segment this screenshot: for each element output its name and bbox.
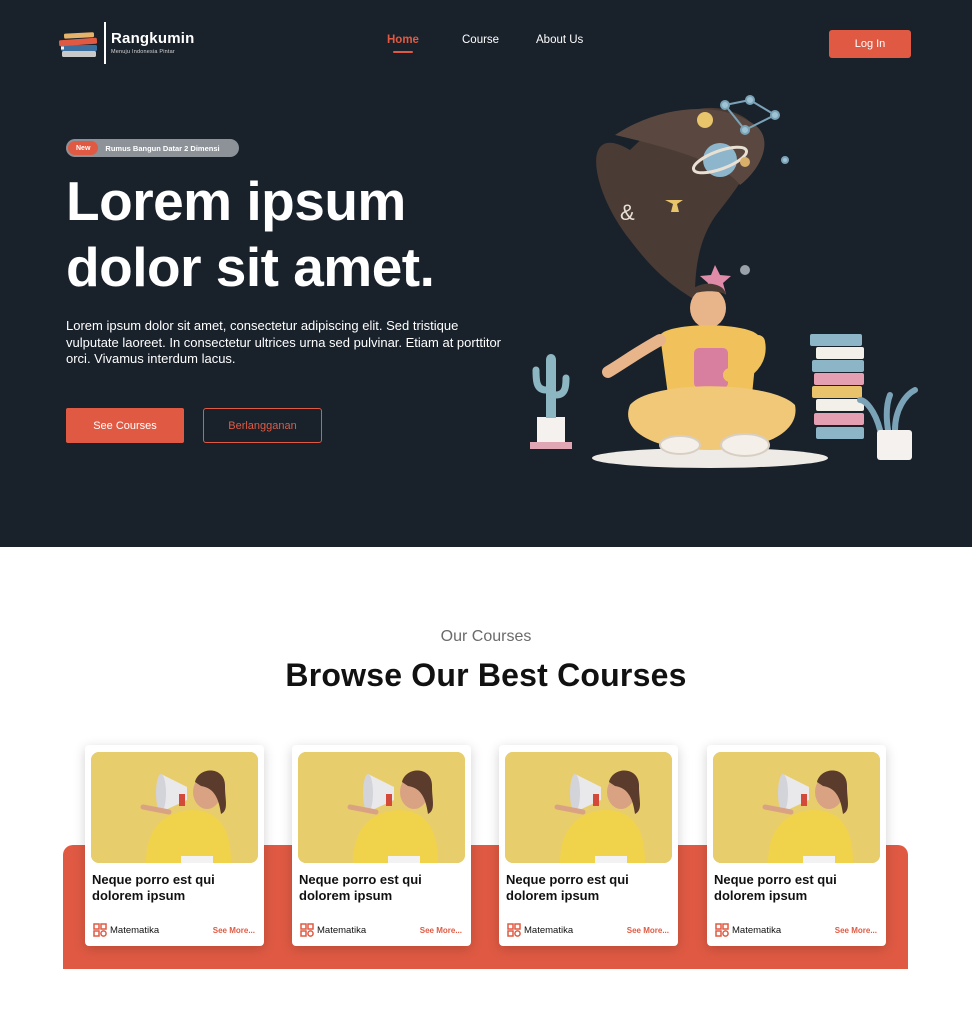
student-thinking-illustration: & <box>530 95 918 468</box>
nav-active-indicator <box>393 51 413 53</box>
announcement-text: Rumus Bangun Datar 2 Dimensi <box>105 143 220 153</box>
see-more-link[interactable]: See More... <box>420 926 462 935</box>
course-title: Neque porro est qui dolorem ipsum <box>92 872 215 903</box>
hero-title-line2: dolor sit amet. <box>66 236 435 298</box>
category-grid-icon <box>507 923 521 937</box>
course-card[interactable]: Neque porro est qui dolorem ipsum Matema… <box>499 745 678 946</box>
nav-home[interactable]: Home <box>387 34 419 46</box>
category-grid-icon <box>300 923 314 937</box>
course-category: Matematika <box>93 923 159 937</box>
course-title: Neque porro est qui dolorem ipsum <box>714 872 837 903</box>
svg-text:&: & <box>620 200 635 225</box>
section-eyebrow: Our Courses <box>440 628 532 645</box>
course-category: Matematika <box>715 923 781 937</box>
course-card[interactable]: Neque porro est qui dolorem ipsum Matema… <box>292 745 471 946</box>
announcement-pill[interactable]: New Rumus Bangun Datar 2 Dimensi <box>66 139 239 157</box>
new-badge: New <box>68 141 99 155</box>
hero-title-line1: Lorem ipsum <box>66 170 406 232</box>
course-card[interactable]: Neque porro est qui dolorem ipsum Matema… <box>707 745 886 946</box>
category-label: Matematika <box>732 924 782 936</box>
category-label: Matematika <box>524 924 574 936</box>
see-more-link[interactable]: See More... <box>627 926 669 935</box>
hero-title: Lorem ipsum dolor sit amet. <box>66 168 435 300</box>
category-label: Matematika <box>110 924 160 936</box>
course-category: Matematika <box>300 923 366 937</box>
hero-description: Lorem ipsum dolor sit amet, consectetur … <box>66 318 502 366</box>
main-nav: Home Course About Us <box>0 34 972 54</box>
course-thumbnail-image <box>298 752 465 863</box>
course-title: Neque porro est qui dolorem ipsum <box>506 872 629 903</box>
course-card[interactable]: Neque porro est qui dolorem ipsum Matema… <box>85 745 264 946</box>
course-category: Matematika <box>507 923 573 937</box>
course-thumbnail-image <box>505 752 672 863</box>
course-thumbnail-image <box>713 752 880 863</box>
see-more-link[interactable]: See More... <box>213 926 255 935</box>
see-courses-button[interactable]: See Courses <box>66 408 184 443</box>
login-button[interactable]: Log In <box>829 30 911 58</box>
course-title: Neque porro est qui dolorem ipsum <box>299 872 422 903</box>
subscribe-button[interactable]: Berlangganan <box>203 408 322 443</box>
see-more-link[interactable]: See More... <box>835 926 877 935</box>
section-title: Browse Our Best Courses <box>285 657 687 693</box>
nav-about-us[interactable]: About Us <box>536 34 583 46</box>
hero-section: Rangkumin Menuju Indonesia Pintar Home C… <box>0 0 972 547</box>
category-grid-icon <box>715 923 729 937</box>
course-thumbnail-image <box>91 752 258 863</box>
category-label: Matematika <box>317 924 367 936</box>
category-grid-icon <box>93 923 107 937</box>
nav-course[interactable]: Course <box>462 34 499 46</box>
